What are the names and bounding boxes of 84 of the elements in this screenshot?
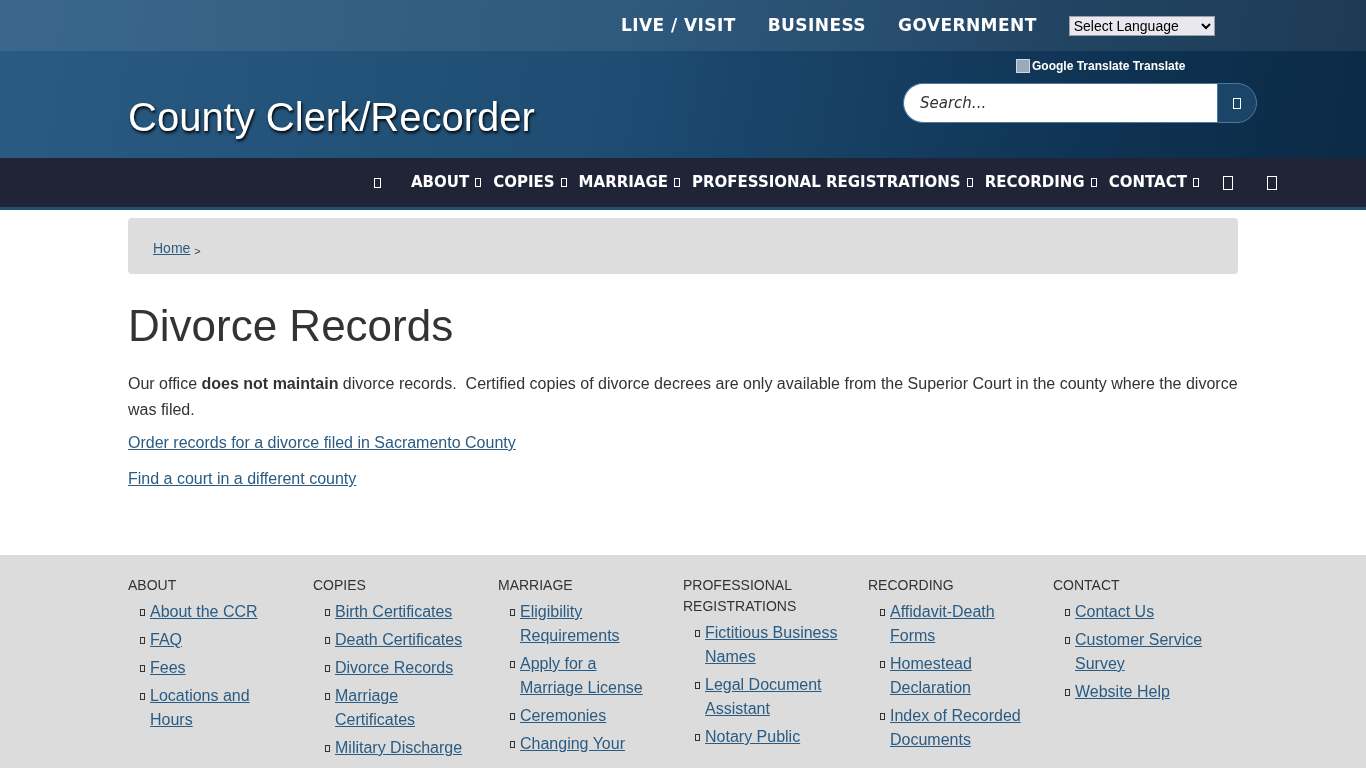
breadcrumb-separator: > — [194, 243, 201, 259]
bullet-icon — [325, 745, 330, 752]
broken-image-icon — [1016, 59, 1030, 73]
footer-link[interactable]: Affidavit-Death Forms — [890, 600, 1033, 648]
bullet-icon — [1065, 637, 1070, 644]
bullet-icon — [880, 713, 885, 720]
top-nav-link[interactable]: LIVE / VISIT — [621, 12, 736, 39]
footer-link[interactable]: Changing Your — [520, 732, 625, 756]
bullet-icon — [1065, 689, 1070, 696]
footer-link[interactable]: Death Certificates — [335, 628, 463, 652]
footer-link[interactable]: Marriage Certificates — [335, 684, 478, 732]
page-title: Divorce Records — [128, 300, 455, 352]
bullet-icon — [325, 693, 330, 700]
nav-menu-item[interactable]: COPIES — [493, 171, 567, 194]
bullet-icon — [510, 661, 515, 668]
footer-link[interactable]: Notary Public — [705, 725, 801, 749]
footer-heading: MARRIAGE — [498, 576, 574, 595]
home-link[interactable] — [374, 177, 381, 188]
square-icon — [1233, 97, 1241, 109]
bullet-icon — [325, 637, 330, 644]
bullet-icon — [140, 693, 145, 700]
footer-link[interactable]: Legal Document Assistant — [705, 673, 848, 721]
square-icon — [1222, 175, 1233, 190]
translate-label[interactable]: Google Translate Translate — [1032, 57, 1186, 75]
footer-link[interactable]: Fictitious Business Names — [705, 621, 848, 669]
footer-heading: ABOUT — [128, 576, 178, 595]
nav-menu-item[interactable]: PROFESSIONAL REGISTRATIONS — [692, 171, 973, 194]
caret-icon — [1090, 178, 1097, 187]
footer-link[interactable]: Locations and Hours — [150, 684, 293, 732]
bullet-icon — [880, 609, 885, 616]
footer-link[interactable]: About the CCR — [150, 600, 258, 624]
top-nav-link[interactable]: GOVERNMENT — [898, 12, 1037, 39]
footer-link[interactable]: Contact Us — [1075, 600, 1155, 624]
bullet-icon — [510, 609, 515, 616]
nav-menu-item[interactable]: CONTACT — [1108, 171, 1199, 194]
top-nav-link[interactable]: BUSINESS — [767, 12, 867, 39]
footer-link[interactable]: Website Help — [1075, 680, 1170, 704]
footer-heading: PROFESSIONAL REGISTRATIONS — [683, 576, 798, 616]
caret-icon — [560, 178, 567, 187]
bullet-icon — [1065, 609, 1070, 616]
bullet-icon — [325, 665, 330, 672]
nav-menu-item[interactable]: MARRIAGE — [578, 171, 680, 194]
footer-link[interactable]: Apply for a Marriage License — [520, 652, 663, 700]
footer-heading: RECORDING — [868, 576, 955, 595]
breadcrumb-link[interactable]: Home — [153, 238, 191, 259]
bullet-icon — [325, 609, 330, 616]
footer-link[interactable]: Homestead Declaration — [890, 652, 1033, 700]
square-icon — [374, 177, 381, 188]
bullet-icon — [510, 713, 515, 720]
content-link[interactable]: Order records for a divorce filed in Sacramento County — [128, 431, 516, 455]
language-select[interactable]: Select Language — [1068, 15, 1215, 36]
footer-link[interactable]: Eligibility Requirements — [520, 600, 663, 648]
nav-icon-button[interactable] — [1222, 175, 1233, 190]
footer-heading: CONTACT — [1053, 576, 1121, 595]
bullet-icon — [510, 741, 515, 748]
footer-link[interactable]: Ceremonies — [520, 704, 607, 728]
bullet-icon — [695, 734, 700, 741]
nav-menu-item[interactable]: RECORDING — [984, 171, 1097, 194]
footer-heading: COPIES — [313, 576, 367, 595]
bullet-icon — [695, 682, 700, 689]
footer-link[interactable]: Birth Certificates — [335, 600, 453, 624]
bullet-icon — [140, 637, 145, 644]
footer-link[interactable]: Customer Service Survey — [1075, 628, 1218, 676]
caret-icon — [475, 178, 482, 187]
footer-link[interactable]: Index of Recorded Documents — [890, 704, 1033, 752]
site-title: County Clerk/Recorder — [128, 94, 535, 141]
search-field[interactable]: Search... — [903, 83, 1217, 123]
caret-icon — [674, 178, 680, 187]
bullet-icon — [140, 665, 145, 672]
nav-menu-item[interactable]: ABOUT — [411, 171, 482, 194]
footer-link[interactable]: Fees — [150, 656, 186, 680]
caret-icon — [966, 178, 973, 187]
footer-link[interactable]: Divorce Records — [335, 656, 454, 680]
search-button[interactable] — [1217, 83, 1257, 123]
square-icon — [1266, 175, 1277, 190]
intro-paragraph: Our office does not maintain divorce records. Certified copies of divorce decrees are only available from the Superior Court in the county where the divorce was filed. — [128, 374, 1238, 420]
footer-link[interactable]: FAQ — [150, 628, 182, 652]
bullet-icon — [880, 661, 885, 668]
footer-link[interactable]: Military Discharge — [335, 736, 463, 760]
content-link[interactable]: Find a court in a different county — [128, 467, 357, 491]
bullet-icon — [140, 609, 145, 616]
bullet-icon — [695, 630, 700, 637]
nav-icon-button[interactable] — [1266, 175, 1277, 190]
caret-icon — [1192, 178, 1199, 187]
